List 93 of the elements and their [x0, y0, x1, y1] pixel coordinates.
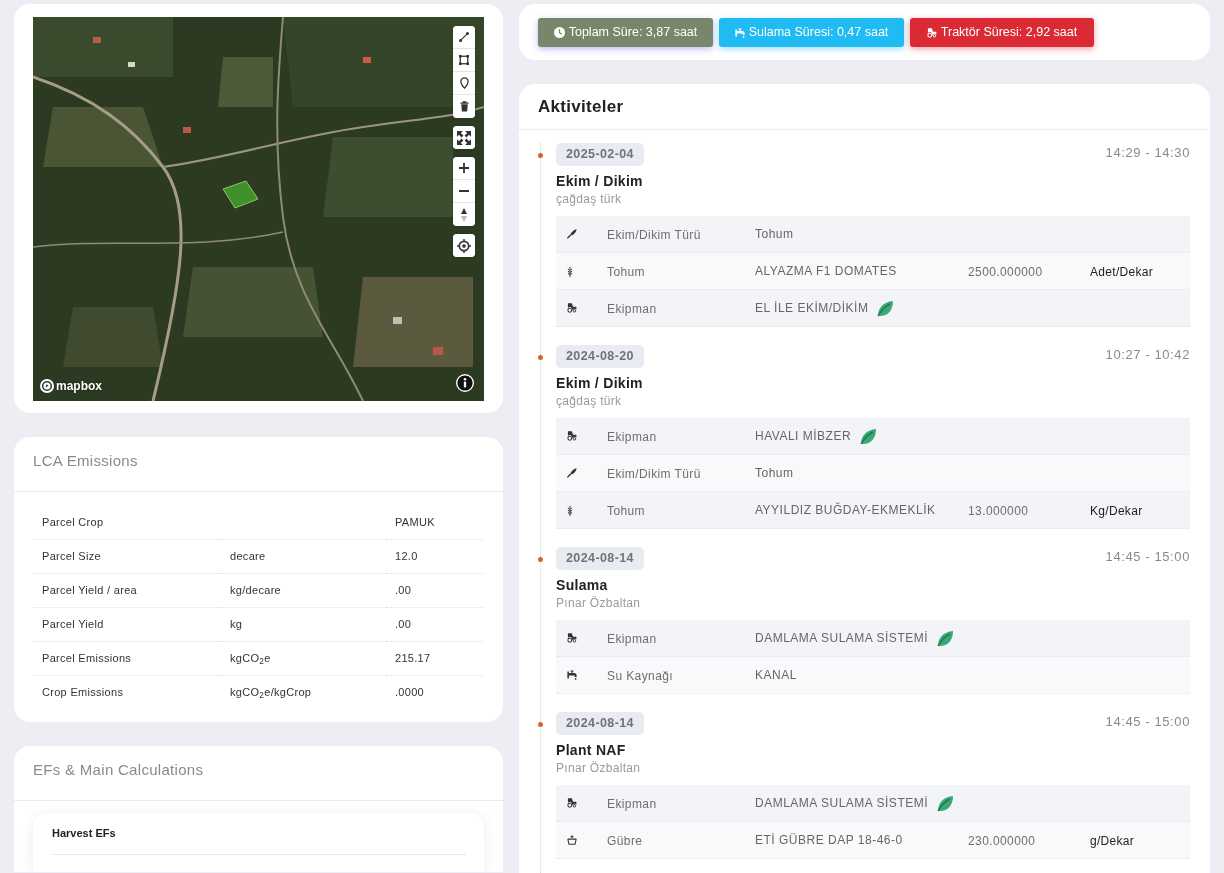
field-value: Tohum — [755, 226, 794, 243]
time-range: 14:45 - 15:00 — [1105, 713, 1190, 729]
draw-line-button[interactable] — [453, 26, 475, 49]
duration-button[interactable]: Toplam Süre: 3,87 saat — [538, 18, 713, 47]
activity-user: çağdaş türk — [556, 192, 622, 206]
field-label: Ekim/Dikim Türü — [607, 228, 701, 242]
section-title: Harvest EFs — [52, 827, 465, 855]
table-cell: .00 — [386, 607, 484, 641]
expand-icon — [457, 130, 471, 145]
card-title: LCA Emissions — [33, 452, 138, 470]
table-cell: 215.17 — [386, 641, 484, 675]
field-label: Gübre — [607, 834, 643, 848]
faucet-icon — [567, 670, 577, 680]
field-label: Ekipman — [607, 632, 657, 646]
activity-user: çağdaş türk — [556, 394, 622, 408]
trowel-icon — [567, 229, 577, 239]
field-value: DAMLAMA SULAMA SİSTEMİ — [755, 630, 929, 647]
field-value: HAVALI MİBZER — [755, 428, 852, 445]
square-icon — [459, 55, 469, 65]
field-label: Ekipman — [607, 797, 657, 811]
field-value: DAMLAMA SULAMA SİSTEMİ — [755, 795, 929, 812]
target-icon — [457, 238, 471, 253]
table-cell: Parcel Size — [33, 539, 221, 573]
field-label: Ekipman — [607, 302, 657, 316]
field-label: Tohum — [607, 265, 646, 279]
unit-label: Adet/Dekar — [1090, 265, 1154, 279]
date-badge: 2024-08-14 — [556, 547, 644, 570]
table-cell: Parcel Yield — [33, 607, 221, 641]
tractor-icon — [567, 633, 577, 643]
table-cell: .00 — [386, 573, 484, 607]
table-cell: kg — [221, 607, 386, 641]
field-value: KANAL — [755, 667, 797, 684]
locate-button[interactable] — [453, 234, 475, 257]
tractor-icon — [567, 798, 577, 808]
time-range: 10:27 - 10:42 — [1105, 346, 1190, 362]
activity-user: Pınar Özbaltan — [556, 596, 641, 610]
table-cell: kg/decare — [221, 573, 386, 607]
date-badge: 2024-08-14 — [556, 712, 644, 735]
activity-title: Sulama — [556, 577, 608, 593]
trash-icon — [459, 101, 469, 112]
table-cell: Parcel Emissions — [33, 641, 221, 675]
table-cell: Crop Emissions — [33, 675, 221, 709]
field-value: EL İLE EKİM/DİKİM — [755, 300, 869, 317]
activity-title: Plant NAF — [556, 742, 626, 758]
table-cell: decare — [221, 539, 386, 573]
amount-value: 230.000000 — [968, 834, 1036, 848]
unit-label: Kg/Dekar — [1090, 504, 1143, 518]
expand-button[interactable] — [453, 126, 475, 149]
tractor-icon — [567, 431, 577, 441]
basket-icon — [567, 835, 577, 845]
card-title: Aktiviteler — [538, 97, 624, 117]
field-label: Su Kaynağı — [607, 669, 674, 683]
trowel-icon — [567, 468, 577, 478]
tractor-icon — [926, 27, 937, 38]
info-icon — [456, 374, 474, 392]
field-value: ALYAZMA F1 DOMATES — [755, 263, 897, 280]
info-button[interactable] — [456, 374, 474, 392]
table-cell: Parcel Yield / area — [33, 573, 221, 607]
card-title: EFs & Main Calculations — [33, 761, 204, 779]
line-icon — [459, 32, 469, 42]
map-attribution[interactable]: mapbox — [56, 379, 102, 393]
table-cell: kgCO$_{2}$e/kgCrop — [221, 675, 386, 709]
amount-value: 2500.000000 — [968, 265, 1043, 279]
duration-button[interactable]: Traktör Süresi: 2,92 saat — [910, 18, 1094, 47]
table-cell: Parcel Crop — [33, 505, 221, 539]
date-badge: 2025-02-04 — [556, 143, 644, 166]
compass-icon — [461, 207, 467, 222]
table-cell: .0000 — [386, 675, 484, 709]
logo-icon — [40, 379, 54, 393]
pin-icon — [459, 77, 469, 89]
activity-title: Ekim / Dikim — [556, 173, 643, 189]
time-range: 14:29 - 14:30 — [1105, 144, 1190, 160]
table-cell: PAMUK — [386, 505, 484, 539]
tractor-icon — [567, 303, 577, 313]
faucet-icon — [734, 27, 745, 38]
clock-icon — [553, 27, 565, 38]
amount-value: 13.000000 — [968, 504, 1029, 518]
table-cell: 12.0 — [386, 539, 484, 573]
field-label: Tohum — [607, 504, 646, 518]
field-value: ETİ GÜBRE DAP 18-46-0 — [755, 832, 903, 849]
zoom-in-button[interactable] — [453, 157, 475, 180]
field-label: Ekim/Dikim Türü — [607, 467, 701, 481]
plus-icon — [459, 163, 469, 173]
field-value: AYYILDIZ BUĞDAY-EKMEKLİK — [755, 501, 936, 519]
table-cell: kgCO$_{2}$e — [221, 641, 386, 675]
field-label: Ekipman — [607, 430, 657, 444]
time-range: 14:45 - 15:00 — [1105, 548, 1190, 564]
unit-label: g/Dekar — [1090, 834, 1135, 848]
minus-icon — [459, 190, 469, 192]
field-value: Tohum — [755, 465, 794, 482]
date-badge: 2024-08-20 — [556, 345, 644, 368]
activity-user: Pınar Özbaltan — [556, 761, 641, 775]
activity-title: Ekim / Dikim — [556, 375, 643, 391]
